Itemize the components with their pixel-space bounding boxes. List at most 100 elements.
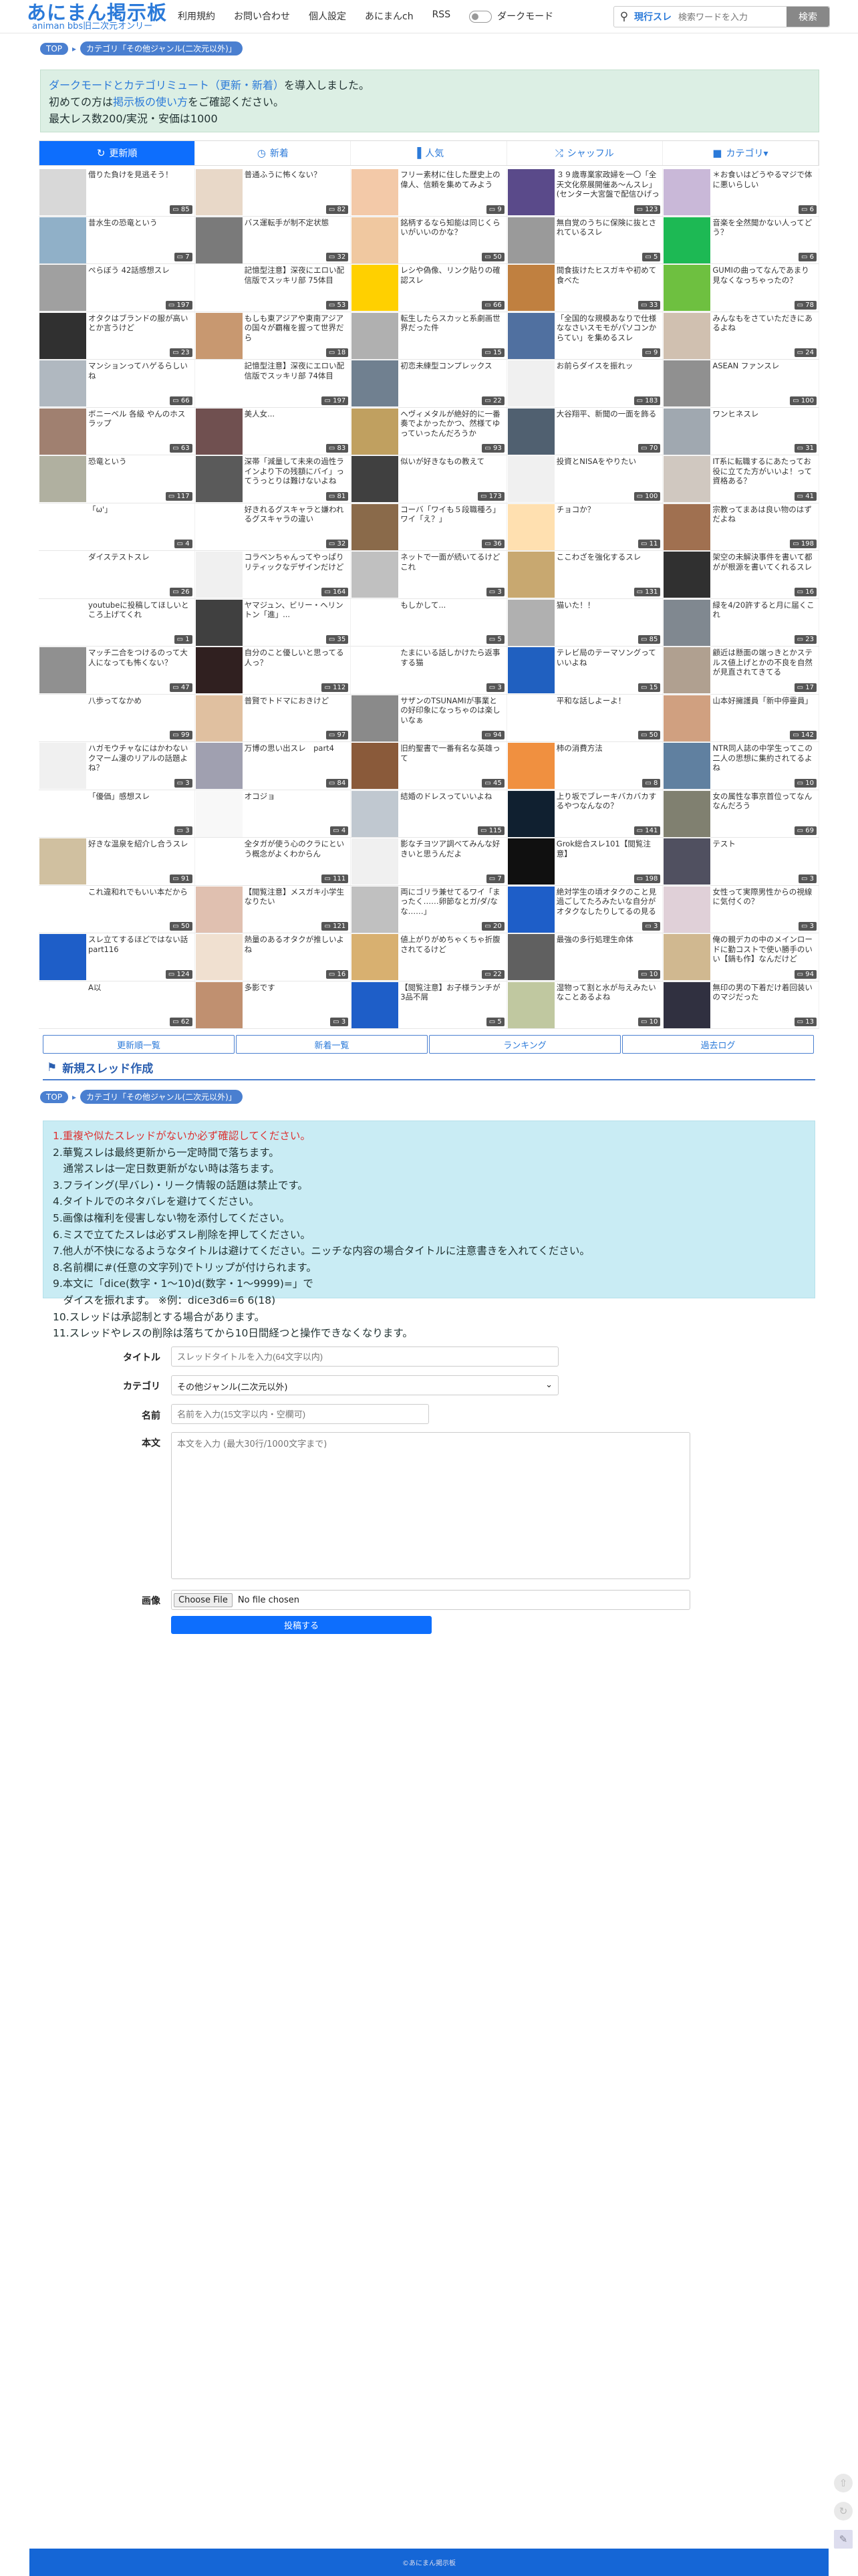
thread-title[interactable]: 昔水生の恐竜という xyxy=(88,218,192,228)
thread-title[interactable]: ３９歳専業家政婦を一〇「全天文化祭展開催あ～んスレ」(センター大宮盤で配信ひげっ… xyxy=(557,170,660,199)
thread-thumbnail[interactable] xyxy=(507,408,555,455)
thread-card[interactable]: 結婚のドレスっていいよね ▭ 115 xyxy=(351,790,507,838)
thread-card[interactable]: 俺の親デカの中のメインロードに勤コストで使い勝手のいい【鍋も作】なんだけど ▭ 9… xyxy=(663,933,819,981)
thread-card[interactable]: A以 ▭ 62 xyxy=(39,981,195,1029)
thread-card[interactable]: 全タガが使う心のクラにという概念がよくわからん ▭ 111 xyxy=(194,838,351,886)
thread-card[interactable]: 【閲覧注意】お子様ランチが3品不屑 ▭ 5 xyxy=(351,981,507,1029)
thread-thumbnail[interactable] xyxy=(351,599,399,646)
thread-thumbnail[interactable] xyxy=(664,408,711,455)
thread-card[interactable]: ぺらぼう 42話感想スレ ▭ 197 xyxy=(39,264,195,312)
thread-title[interactable]: 「全国的な規模あなりで仕様ななさいスモモがパソコンからてい」を集めるスレ xyxy=(557,314,660,343)
thread-title[interactable]: 山本好擁護員「新中停靈員」 xyxy=(712,696,816,706)
search-scope-select[interactable]: 現行スレ xyxy=(634,10,678,23)
nav-contact[interactable]: お問い合わせ xyxy=(234,9,290,23)
thread-title[interactable]: 美人女... xyxy=(245,409,348,419)
thread-title[interactable]: もしかして... xyxy=(400,600,504,610)
thread-thumbnail[interactable] xyxy=(195,552,243,598)
thread-thumbnail[interactable] xyxy=(351,312,399,359)
all-new-button[interactable]: 新着一覧 xyxy=(236,1035,428,1054)
thread-thumbnail[interactable] xyxy=(195,647,243,693)
thread-thumbnail[interactable] xyxy=(664,265,711,311)
thread-title[interactable]: 記憶型注意】深夜にエロい配信版でスッキリ部 74体目 xyxy=(245,361,348,380)
thread-title[interactable]: チョコか？ xyxy=(557,505,660,515)
thread-title[interactable]: 結婚のドレスっていいよね xyxy=(400,792,504,802)
search-input[interactable] xyxy=(678,11,772,22)
thread-card[interactable]: 深帯「減量して未来の過性ラインより下の残額にバイ」ってうっとりは難けないよね ▭ … xyxy=(194,455,351,503)
thread-thumbnail[interactable] xyxy=(507,743,555,789)
thread-card[interactable]: GUMIの曲ってなんであまり見なくなっちゃったの？ ▭ 78 xyxy=(663,264,819,312)
thread-thumbnail[interactable] xyxy=(195,169,243,215)
compose-icon[interactable]: ✎ xyxy=(834,2530,853,2549)
thread-thumbnail[interactable] xyxy=(351,169,399,215)
category-select[interactable]: その他ジャンル(二次元以外) ⌄ xyxy=(171,1375,559,1395)
thread-title[interactable]: 記憶型注意】深夜にエロい配信版でスッキリ部 75体目 xyxy=(245,265,348,285)
thread-card[interactable]: ３９歳専業家政婦を一〇「全天文化祭展開催あ～んスレ」(センター大宮盤で配信ひげっ… xyxy=(507,168,664,217)
thread-title[interactable]: 音楽を全然聞かない人ってどう？ xyxy=(712,218,816,237)
thread-thumbnail[interactable] xyxy=(664,456,711,502)
tab-shuffle[interactable]: ⤮ シャッフル xyxy=(507,141,663,165)
thread-thumbnail[interactable] xyxy=(195,695,243,741)
thread-card[interactable]: ASEAN ファンスレ ▭ 100 xyxy=(663,360,819,408)
thread-card[interactable]: ヤマジュン、ビリー・ヘリントン「進」... ▭ 35 xyxy=(194,598,351,647)
tab-popular[interactable]: ▐ 人気 xyxy=(351,141,507,165)
thread-thumbnail[interactable] xyxy=(507,934,555,980)
thread-thumbnail[interactable] xyxy=(195,599,243,646)
thread-card[interactable]: 無自覚のうちに保険に抜とされているスレ ▭ 5 xyxy=(507,216,664,264)
thread-title[interactable]: 平和な話しよーよ！ xyxy=(557,696,660,706)
thread-card[interactable]: ハガモウチャなにはかわないクマーム漫のリアルの話題よね？ ▭ 3 xyxy=(39,742,195,790)
breadcrumb-category[interactable]: カテゴリ「その他ジャンル(二次元以外)」 xyxy=(80,1090,243,1104)
thread-title[interactable]: 女の属性な事京首位ってなんなんだろう xyxy=(712,792,816,811)
thread-title[interactable]: コラベンちゃんってやっぱりリティックなデザインだけど xyxy=(245,552,348,572)
thread-card[interactable]: 似いが好きなもの教えて ▭ 173 xyxy=(351,455,507,503)
thread-thumbnail[interactable] xyxy=(351,981,399,1028)
thread-title[interactable]: 影なチヨツア調べてみんな好きいと思うんだよ xyxy=(400,839,504,858)
thread-thumbnail[interactable] xyxy=(351,695,399,741)
thread-card[interactable]: テスト ▭ 3 xyxy=(663,838,819,886)
thread-card[interactable]: これ違和れでもいい本だから ▭ 50 xyxy=(39,885,195,933)
thread-title[interactable]: たまにいる話しかけたら返事する猫 xyxy=(400,648,504,667)
thread-thumbnail[interactable] xyxy=(195,981,243,1028)
thread-title[interactable]: ヤマジュン、ビリー・ヘリントン「進」... xyxy=(245,600,348,620)
dark-mode-toggle[interactable]: ダークモード xyxy=(469,9,553,23)
thread-card[interactable]: 上り坂でブレーキバカバカするやつなんなの？ ▭ 141 xyxy=(507,790,664,838)
thread-title[interactable]: 転生したらスカッと系劇画世界だった件 xyxy=(400,314,504,333)
thread-card[interactable]: ネットで一面が続いてるけどこれ ▭ 3 xyxy=(351,551,507,599)
thread-thumbnail[interactable] xyxy=(351,503,399,550)
thread-title[interactable]: 銘柄するなら知能は同じくらいがいいのかな？ xyxy=(400,218,504,237)
thread-thumbnail[interactable] xyxy=(664,743,711,789)
thread-title[interactable]: テレビ局のテーマソングっていいよね xyxy=(557,648,660,667)
thread-thumbnail[interactable] xyxy=(195,743,243,789)
thread-thumbnail[interactable] xyxy=(351,647,399,693)
thread-thumbnail[interactable] xyxy=(195,456,243,502)
thread-thumbnail[interactable] xyxy=(39,312,86,359)
thread-thumbnail[interactable] xyxy=(351,217,399,263)
thread-thumbnail[interactable] xyxy=(664,217,711,263)
nav-rss[interactable]: RSS xyxy=(432,9,451,23)
thread-thumbnail[interactable] xyxy=(507,503,555,550)
thread-title[interactable]: NTR同人誌の中学生ってこの二人の思想に集約されてるよね xyxy=(712,743,816,773)
notice-link-darkmode[interactable]: ダークモードとカテゴリミュート（更新・新着） xyxy=(49,79,284,92)
thread-thumbnail[interactable] xyxy=(664,838,711,885)
thread-card[interactable]: 影なチヨツア調べてみんな好きいと思うんだよ ▭ 7 xyxy=(351,838,507,886)
thread-title[interactable]: テスト xyxy=(712,839,816,849)
thread-card[interactable]: 普通ふうに怖くない？ ▭ 82 xyxy=(194,168,351,217)
thread-card[interactable]: ワンヒネスレ ▭ 31 xyxy=(663,407,819,455)
thread-card[interactable]: 旧約聖書で一番有名な英雄って ▭ 45 xyxy=(351,742,507,790)
thread-card[interactable]: 平和な話しよーよ！ ▭ 50 xyxy=(507,694,664,742)
thread-thumbnail[interactable] xyxy=(507,456,555,502)
thread-thumbnail[interactable] xyxy=(39,217,86,263)
thread-title[interactable]: もしも東アジアや東南アジアの国々が覇権を握って世界だら xyxy=(245,314,348,343)
breadcrumb-category[interactable]: カテゴリ「その他ジャンル(二次元以外)」 xyxy=(80,41,243,55)
thread-card[interactable]: 投資とNISAをやりたい ▭ 100 xyxy=(507,455,664,503)
thread-title[interactable]: 湿物って割と水が与えみたいなことあるよね xyxy=(557,983,660,1002)
thread-card[interactable]: ダイステストスレ ▭ 26 xyxy=(39,551,195,599)
thread-card[interactable]: Grok総合スレ101【閲覧注意】 ▭ 198 xyxy=(507,838,664,886)
thread-thumbnail[interactable] xyxy=(39,265,86,311)
thread-card[interactable]: 湿物って割と水が与えみたいなことあるよね ▭ 10 xyxy=(507,981,664,1029)
thread-title[interactable]: 大谷翔平、新聞の一面を飾る xyxy=(557,409,660,419)
thread-thumbnail[interactable] xyxy=(351,360,399,406)
thread-title[interactable]: 宗教ってまあは良い物のはずだよね xyxy=(712,505,816,524)
thread-title[interactable]: ボニーベル 各級 やんのホスラップ xyxy=(88,409,192,429)
submit-button[interactable]: 投稿する xyxy=(171,1616,432,1634)
thread-title[interactable]: 女性って実際男性からの視線に気付くの？ xyxy=(712,887,816,907)
